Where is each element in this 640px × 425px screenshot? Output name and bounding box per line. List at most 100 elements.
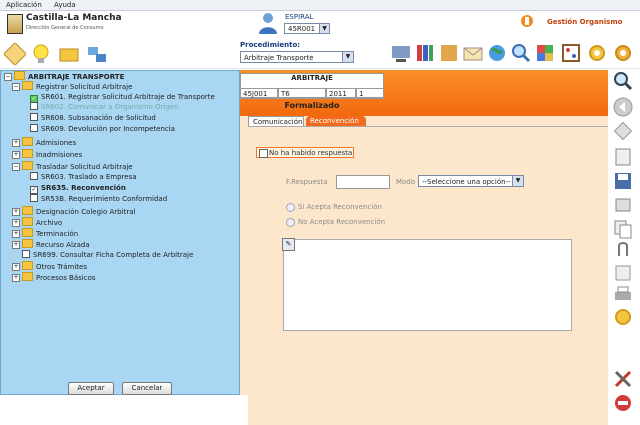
collapse-icon[interactable]: −	[12, 83, 20, 91]
tree-item-designacion[interactable]: + Designación Colegio Arbitral	[12, 206, 135, 216]
expand-icon[interactable]: +	[12, 230, 20, 238]
edit-icon[interactable]: ✎	[282, 238, 295, 251]
folder-icon	[22, 228, 33, 237]
tree-label: SR699. Consultar Ficha Completa de Arbit…	[33, 251, 194, 259]
tree-item-sr609[interactable]: SR609. Devolución por Incompetencia	[30, 124, 175, 134]
checkbox-box[interactable]	[259, 149, 268, 158]
certificate-icon[interactable]	[4, 43, 26, 65]
save-icon[interactable]	[612, 170, 634, 192]
gear-icon[interactable]	[586, 42, 608, 64]
tree-item-sr53b[interactable]: SR53B. Requerimiento Conformidad	[30, 194, 167, 204]
expand-icon[interactable]: +	[12, 274, 20, 282]
tree-item-admisiones[interactable]: + Admisiones	[12, 137, 76, 147]
gestion-organismo-link[interactable]: Gestión Organismo	[547, 18, 622, 26]
tree-item-procesos[interactable]: + Procesos Básicos	[12, 272, 96, 282]
cancelar-button[interactable]: Cancelar	[122, 382, 172, 395]
tree-item-recurso[interactable]: + Recurso Alzada	[12, 239, 90, 249]
tree-item-otros[interactable]: + Otros Trámites	[12, 261, 87, 271]
attach-icon[interactable]	[612, 240, 634, 262]
folder-icon	[22, 272, 33, 281]
exit-icon[interactable]	[612, 392, 634, 414]
expand-icon[interactable]: +	[12, 241, 20, 249]
espiral-label: ESPIRAL	[285, 13, 314, 21]
settings-gear-icon[interactable]	[612, 42, 634, 64]
folder-icon[interactable]	[58, 43, 80, 65]
tree-item-registrar[interactable]: − Registrar Solicitud Arbitraje	[12, 81, 132, 91]
expand-icon[interactable]: +	[12, 151, 20, 159]
arbitraje-cell-num: 1	[356, 88, 384, 98]
diamond-icon[interactable]	[612, 120, 634, 142]
espiral-select[interactable]: 45R001 ▼	[284, 23, 330, 34]
radio-acepta[interactable]	[286, 203, 295, 212]
radio-acepta-label: Si Acepta Reconvención	[298, 203, 382, 211]
expand-icon[interactable]: +	[12, 263, 20, 271]
collapse-icon[interactable]: −	[4, 73, 12, 81]
tree-item-sr699[interactable]: SR699. Consultar Ficha Completa de Arbit…	[22, 250, 193, 260]
modo-select[interactable]: --Seleccione una opción-- ▼	[418, 175, 524, 187]
tree-label: Otros Trámites	[36, 263, 88, 271]
tree-item-sr603[interactable]: SR603. Traslado a Empresa	[30, 172, 137, 182]
fecha-respuesta-input[interactable]	[336, 175, 390, 189]
abacus-icon[interactable]	[560, 42, 582, 64]
tab-comunicacion[interactable]: Comunicación	[248, 116, 304, 126]
radio-no-acepta[interactable]	[286, 218, 295, 227]
divider	[240, 395, 248, 425]
document-icon[interactable]	[612, 146, 634, 168]
list-icon[interactable]	[612, 262, 634, 284]
checkbox-icon	[30, 102, 38, 110]
chevron-down-icon: ▼	[342, 52, 353, 62]
tree-label: Trasladar Solicitud Arbitraje	[36, 163, 133, 171]
modo-value: --Seleccione una opción--	[422, 178, 511, 186]
chevron-down-icon: ▼	[512, 176, 523, 186]
procedimiento-value: Arbitraje Transporte	[244, 54, 314, 62]
menu-ayuda[interactable]: Ayuda	[54, 1, 76, 9]
user-icon	[259, 13, 277, 34]
puzzle-icon[interactable]	[534, 42, 556, 64]
back-icon[interactable]	[612, 96, 634, 118]
binder-icon[interactable]	[438, 42, 460, 64]
print-preview-icon[interactable]	[612, 194, 634, 216]
aceptar-button[interactable]: Aceptar	[68, 382, 114, 395]
menubar: Aplicación Ayuda	[0, 0, 640, 11]
tree-item-sr602[interactable]: SR602. Comunicar a Organismo Origen	[30, 102, 179, 112]
arbitraje-cell-year: 2011	[326, 88, 356, 98]
tree-label: SR601. Registrar Solicitud Arbitraje de …	[41, 93, 215, 101]
tree-label: Registrar Solicitud Arbitraje	[36, 83, 133, 91]
no-respuesta-checkbox[interactable]: No ha habido respuesta	[256, 147, 354, 158]
copy-icon[interactable]	[612, 218, 634, 240]
tree-label: Procesos Básicos	[36, 274, 96, 282]
expand-icon[interactable]: +	[12, 139, 20, 147]
zoom-icon[interactable]	[612, 70, 634, 92]
observaciones-textarea[interactable]	[283, 239, 572, 331]
tree-item-trasladar[interactable]: − Trasladar Solicitud Arbitraje	[12, 161, 133, 171]
collapse-icon[interactable]: −	[12, 163, 20, 171]
tree-item-sr601[interactable]: ✓ SR601. Registrar Solicitud Arbitraje de…	[30, 92, 215, 103]
expand-icon[interactable]: +	[12, 208, 20, 216]
books-icon[interactable]	[414, 42, 436, 64]
tree-item-sr608[interactable]: SR608. Subsanación de Solicitud	[30, 113, 156, 123]
procedimiento-label: Procedimiento:	[240, 41, 301, 49]
printer-icon[interactable]	[612, 284, 634, 306]
tree-item-archivo[interactable]: + Archivo	[12, 217, 62, 227]
folder-icon	[22, 149, 33, 158]
computer-icon[interactable]	[390, 42, 412, 64]
menu-aplicacion[interactable]: Aplicación	[6, 1, 42, 9]
folder-icon	[22, 81, 33, 90]
expand-icon[interactable]: +	[12, 219, 20, 227]
tab-reconvencion[interactable]: Reconvención	[306, 116, 366, 126]
checked-icon: ✓	[30, 186, 38, 194]
tree-item-sr635[interactable]: ✓ SR635. Reconvención	[30, 183, 126, 194]
procedimiento-select[interactable]: Arbitraje Transporte ▼	[240, 51, 354, 63]
lightbulb-icon[interactable]	[30, 43, 52, 65]
organism-icon[interactable]	[520, 14, 534, 28]
tools-icon[interactable]	[612, 368, 634, 390]
search-tool-icon[interactable]	[510, 42, 532, 64]
tree-root[interactable]: − ARBITRAJE TRANSPORTE	[4, 71, 124, 81]
globe-icon[interactable]	[486, 42, 508, 64]
envelope-icon[interactable]	[462, 42, 484, 64]
left-bottom-area	[0, 395, 240, 425]
tree-item-inadmisiones[interactable]: + Inadmisiones	[12, 149, 82, 159]
tree-item-terminacion[interactable]: + Terminación	[12, 228, 78, 238]
network-icon[interactable]	[86, 43, 108, 65]
sun-gear-icon[interactable]	[612, 306, 634, 328]
